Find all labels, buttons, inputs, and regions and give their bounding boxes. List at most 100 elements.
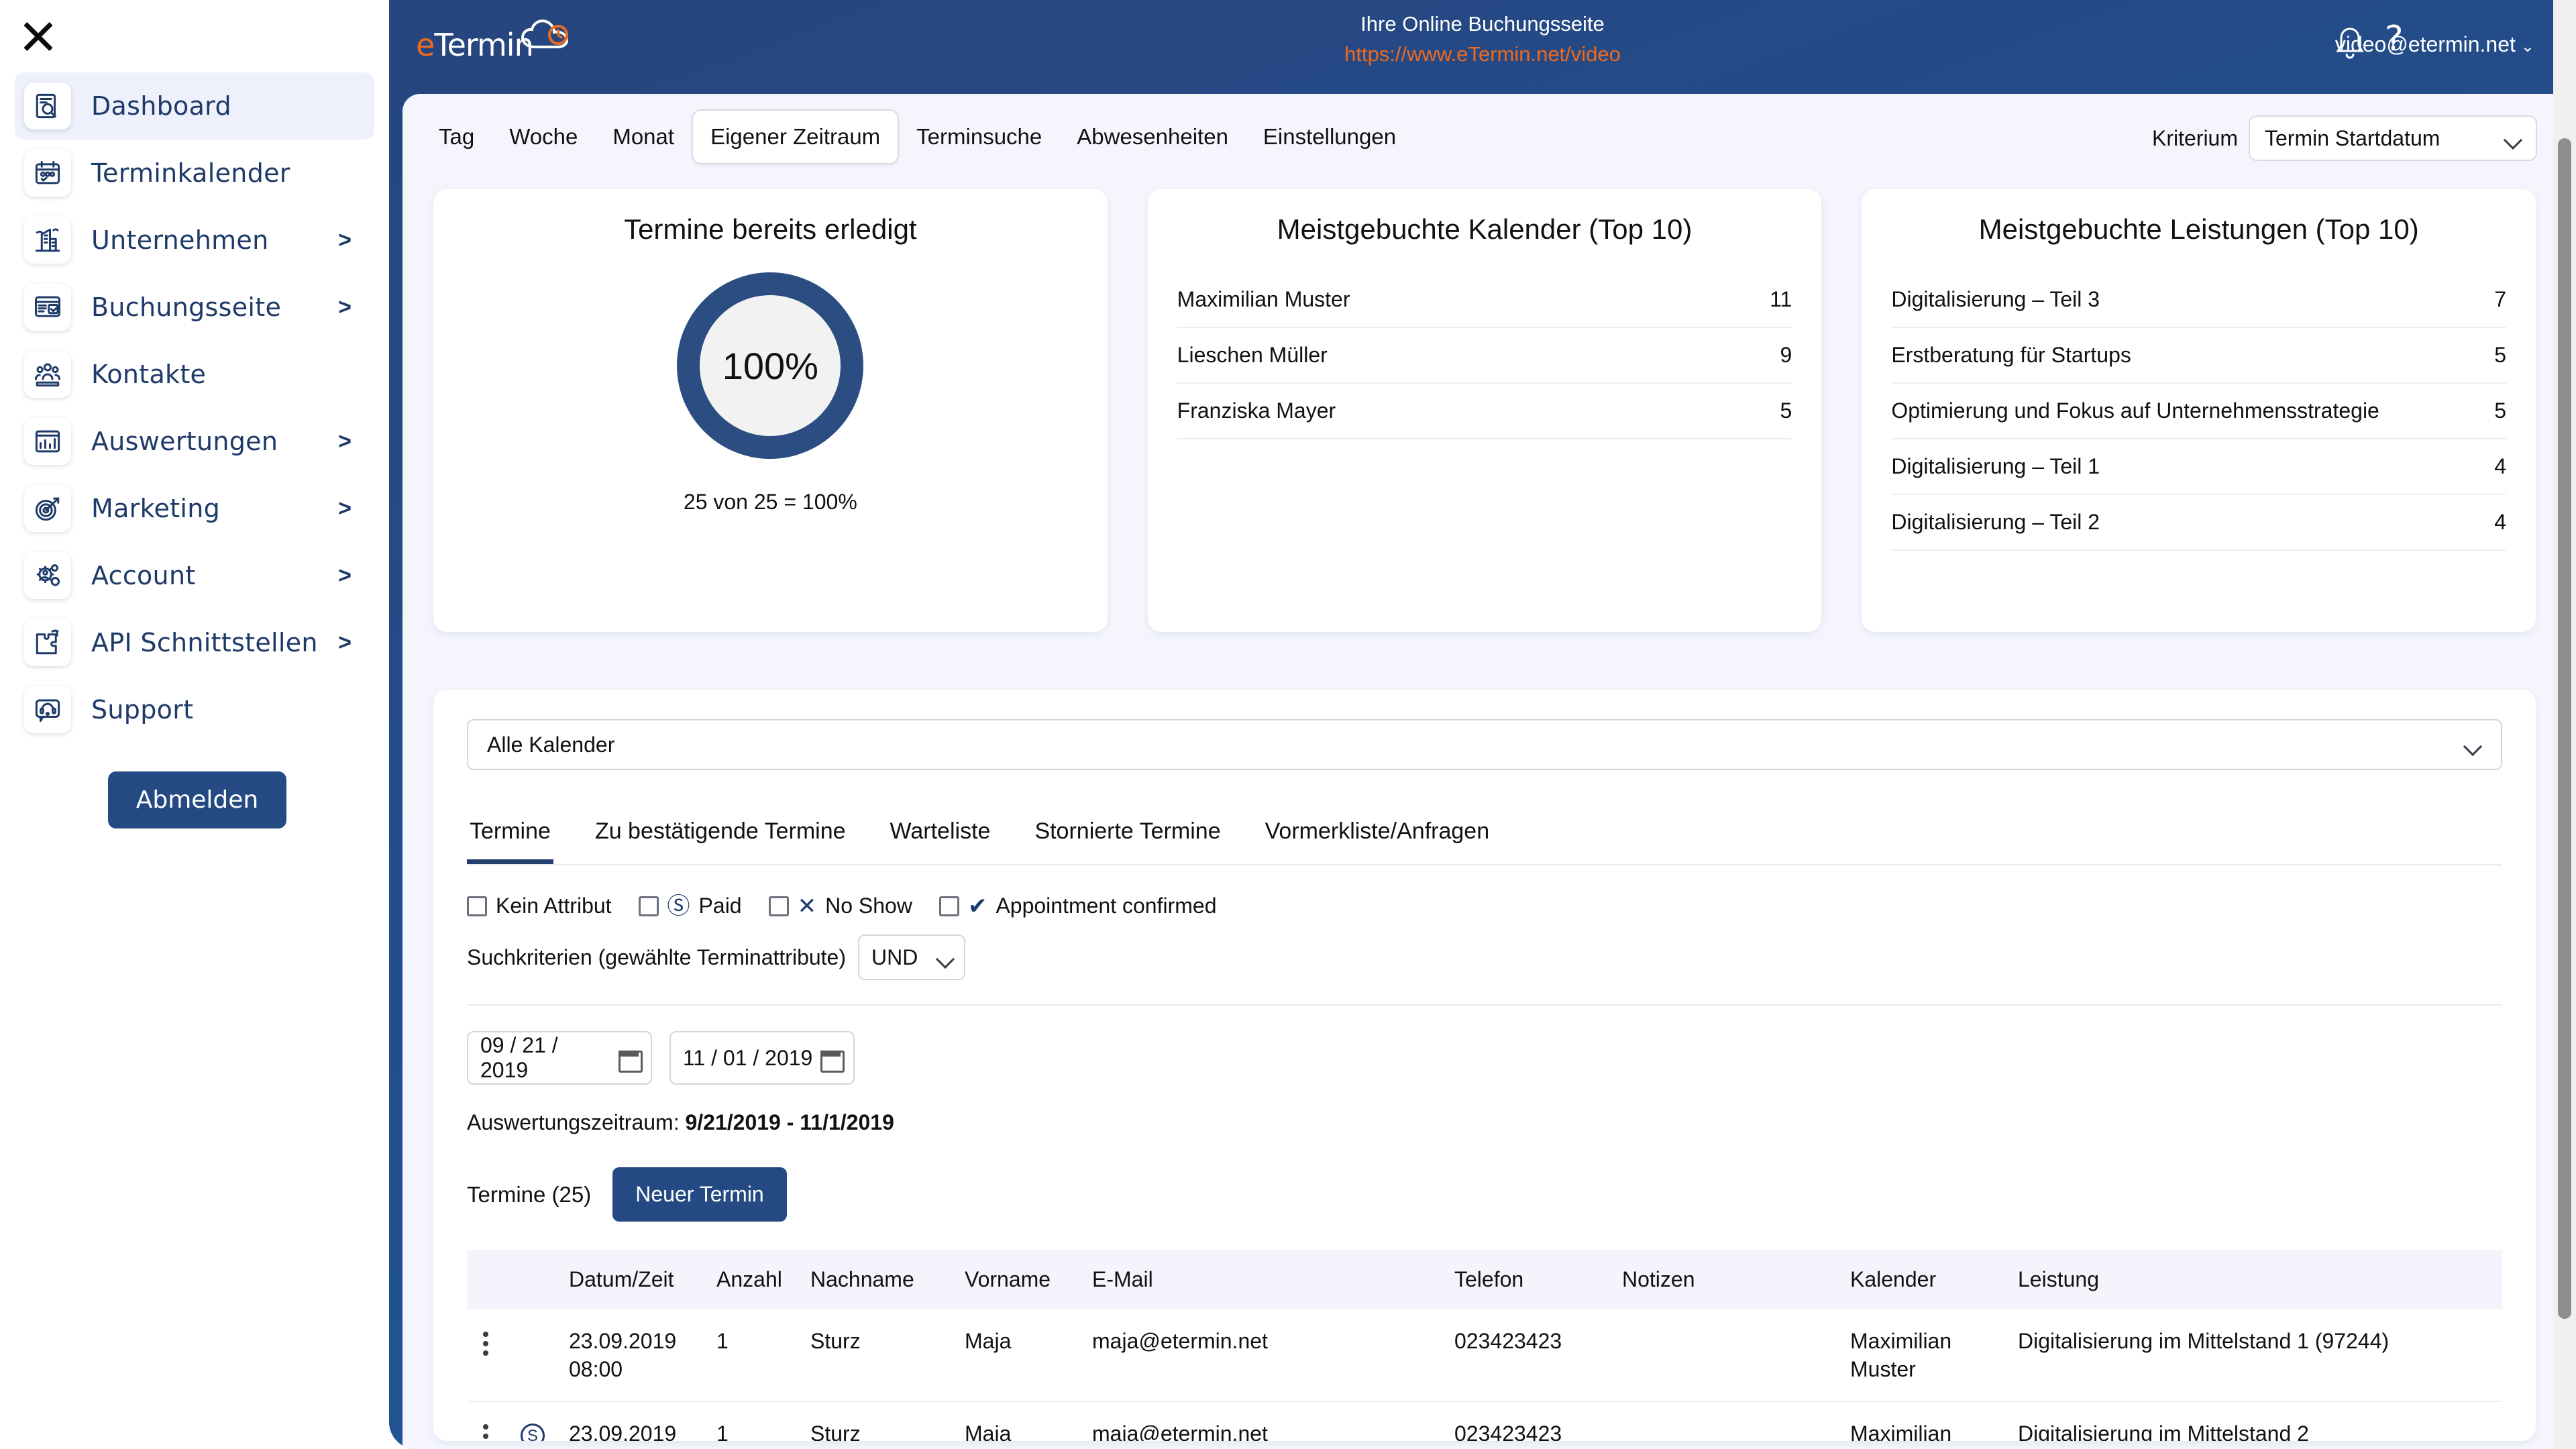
gears-user-icon — [24, 552, 71, 599]
tab-abwesenheiten[interactable]: Abwesenheiten — [1059, 111, 1246, 163]
rank-name: Digitalisierung – Teil 2 — [1891, 510, 2100, 534]
search-operator-select[interactable]: UND — [858, 934, 965, 980]
tab-terminsuche[interactable]: Terminsuche — [899, 111, 1059, 163]
rank-row: Lieschen Müller 9 — [1177, 328, 1792, 384]
evaluation-period-value: 9/21/2019 - 11/1/2019 — [685, 1110, 894, 1134]
calendar-icon[interactable] — [619, 1047, 643, 1073]
donut-percent: 100% — [700, 295, 841, 436]
cell-leistung: Digitalisierung im Mittelstand 1 (97244) — [2011, 1309, 2502, 1403]
attribute-filter-appointment-confirmed[interactable]: ✔ Appointment confirmed — [938, 894, 1217, 918]
people-icon — [24, 351, 71, 398]
checkbox[interactable] — [467, 896, 487, 916]
sidebar-item-label: Unternehmen — [91, 225, 269, 255]
sidebar-item-kontakte[interactable]: Kontakte — [15, 341, 374, 408]
kriterium-value: Termin Startdatum — [2265, 125, 2440, 150]
table-row[interactable]: 23.09.2019 08:00 1 Sturz Maja maja@etermin.n… — [467, 1309, 2502, 1403]
date-to-value: 11 / 01 / 2019 — [683, 1045, 813, 1070]
appointment-tab-zu-best-tigende-termine[interactable]: Zu bestätigende Termine — [592, 812, 849, 864]
attribute-filter-kein-attribut[interactable]: Kein Attribut — [467, 894, 612, 918]
checkbox[interactable] — [638, 896, 659, 916]
cell-nachname: Sturz — [804, 1401, 958, 1441]
search-criteria-row: Suchkriterien (gewählte Terminattribute)… — [467, 934, 2502, 980]
rank-row: Maximilian Muster 11 — [1177, 272, 1792, 328]
chevron-right-icon: > — [338, 495, 352, 521]
calendar-select[interactable]: Alle Kalender — [467, 719, 2502, 770]
table-column-header: Nachname — [804, 1250, 958, 1309]
close-icon[interactable] — [19, 17, 58, 56]
table-row[interactable]: S 23.09.2019 1 Sturz Maja maja@etermin.net 023… — [467, 1401, 2502, 1441]
attribute-label: Kein Attribut — [496, 894, 612, 918]
donut-ring: 100% — [677, 272, 864, 459]
sidebar-item-api-schnittstellen[interactable]: API Schnittstellen > — [15, 609, 374, 676]
sidebar-item-label: Auswertungen — [91, 427, 278, 456]
donut-caption: 25 von 25 = 100% — [683, 490, 857, 514]
rank-row: Digitalisierung – Teil 2 4 — [1891, 495, 2507, 551]
dashboard-cards: Termine bereits erledigt 100% 25 von 25 … — [402, 180, 2563, 632]
attribute-glyph-icon: ✕ — [797, 893, 817, 919]
cell-datum: 23.09.2019 — [562, 1401, 710, 1441]
etermin-logo[interactable]: eTermin — [416, 16, 570, 70]
table-column-header — [514, 1250, 562, 1309]
sidebar-item-marketing[interactable]: Marketing > — [15, 475, 374, 542]
header-center: Ihre Online Buchungsseite https://www.eT… — [1344, 9, 1621, 70]
appointments-count: Termine (25) — [467, 1181, 592, 1207]
appointment-tab-stornierte-termine[interactable]: Stornierte Termine — [1032, 812, 1223, 864]
date-range-inputs: 09 / 21 / 2019 11 / 01 / 2019 — [467, 1031, 2502, 1085]
app-shell: eTermin Ihre Online Buchungsseite https:… — [389, 0, 2576, 1449]
sidebar-item-account[interactable]: Account > — [15, 542, 374, 609]
cell-datum: 23.09.2019 08:00 — [562, 1309, 710, 1403]
tab-eigener-zeitraum[interactable]: Eigener Zeitraum — [692, 109, 900, 164]
tab-woche[interactable]: Woche — [492, 111, 595, 163]
cell-email: maja@etermin.net — [1085, 1309, 1448, 1403]
checkbox[interactable] — [938, 896, 959, 916]
evaluation-period: Auswertungszeitraum: 9/21/2019 - 11/1/20… — [467, 1110, 2502, 1135]
appointments-toolbar: Termine (25) Neuer Termin — [467, 1167, 2502, 1222]
tab-einstellungen[interactable]: Einstellungen — [1246, 111, 1413, 163]
tab-tag[interactable]: Tag — [421, 111, 492, 163]
new-appointment-button[interactable]: Neuer Termin — [612, 1167, 787, 1222]
logout-button[interactable]: Abmelden — [107, 771, 287, 828]
card-termine-erledigt: Termine bereits erledigt 100% 25 von 25 … — [433, 189, 1108, 632]
cell-telefon: 023423423 — [1448, 1309, 1615, 1403]
logo-termin: Termin — [434, 27, 533, 63]
page-scrollbar-thumb[interactable] — [2558, 138, 2571, 1319]
row-menu-cell[interactable] — [467, 1309, 514, 1403]
date-to-input[interactable]: 11 / 01 / 2019 — [669, 1031, 855, 1085]
row-menu-cell[interactable] — [467, 1401, 514, 1441]
user-menu[interactable]: video@etermin.net ⌄ — [2335, 32, 2534, 57]
sidebar-item-auswertungen[interactable]: Auswertungen > — [15, 408, 374, 475]
appointment-tab-vormerkliste-anfragen[interactable]: Vormerkliste/Anfragen — [1263, 812, 1493, 864]
puzzle-icon — [24, 619, 71, 666]
sidebar-item-terminkalender[interactable]: Terminkalender — [15, 140, 374, 207]
sidebar-item-label: Terminkalender — [91, 158, 290, 188]
sidebar-nav: Dashboard Terminkalender Unternehmen > Buchu… — [0, 72, 389, 743]
sidebar-item-support[interactable]: Support — [15, 676, 374, 743]
chevron-down-icon — [2505, 133, 2522, 143]
sidebar-item-unternehmen[interactable]: Unternehmen > — [15, 207, 374, 274]
appointment-tab-termine[interactable]: Termine — [467, 812, 553, 864]
rank-name: Franziska Mayer — [1177, 398, 1336, 423]
checkbox[interactable] — [768, 896, 789, 916]
rank-count: 9 — [1780, 343, 1792, 367]
page-scrollbar-track[interactable] — [2553, 0, 2576, 1449]
rank-count: 4 — [2494, 510, 2507, 534]
sidebar-item-buchungsseite[interactable]: Buchungsseite > — [15, 274, 374, 341]
date-from-input[interactable]: 09 / 21 / 2019 — [467, 1031, 652, 1085]
sidebar-item-dashboard[interactable]: Dashboard — [15, 72, 374, 140]
attribute-filter-paid[interactable]: Ⓢ Paid — [638, 894, 742, 918]
cell-vorname: Maja — [958, 1401, 1085, 1441]
calendar-icon[interactable] — [820, 1047, 845, 1073]
search-criteria-label: Suchkriterien (gewählte Terminattribute) — [467, 945, 846, 969]
attribute-filter-no-show[interactable]: ✕ No Show — [768, 893, 912, 919]
rank-count: 5 — [2494, 343, 2507, 367]
rank-row: Digitalisierung – Teil 1 4 — [1891, 439, 2507, 495]
booking-url-link[interactable]: https://www.eTermin.net/video — [1344, 40, 1621, 70]
cell-anzahl: 1 — [710, 1401, 804, 1441]
cell-telefon: 023423423 — [1448, 1401, 1615, 1441]
cell-notizen — [1615, 1309, 1843, 1403]
rank-row: Erstberatung für Startups 5 — [1891, 328, 2507, 384]
cloud-clock-icon — [520, 17, 572, 56]
appointment-tab-warteliste[interactable]: Warteliste — [888, 812, 994, 864]
tab-monat[interactable]: Monat — [595, 111, 692, 163]
kriterium-select[interactable]: Termin Startdatum — [2249, 115, 2537, 161]
